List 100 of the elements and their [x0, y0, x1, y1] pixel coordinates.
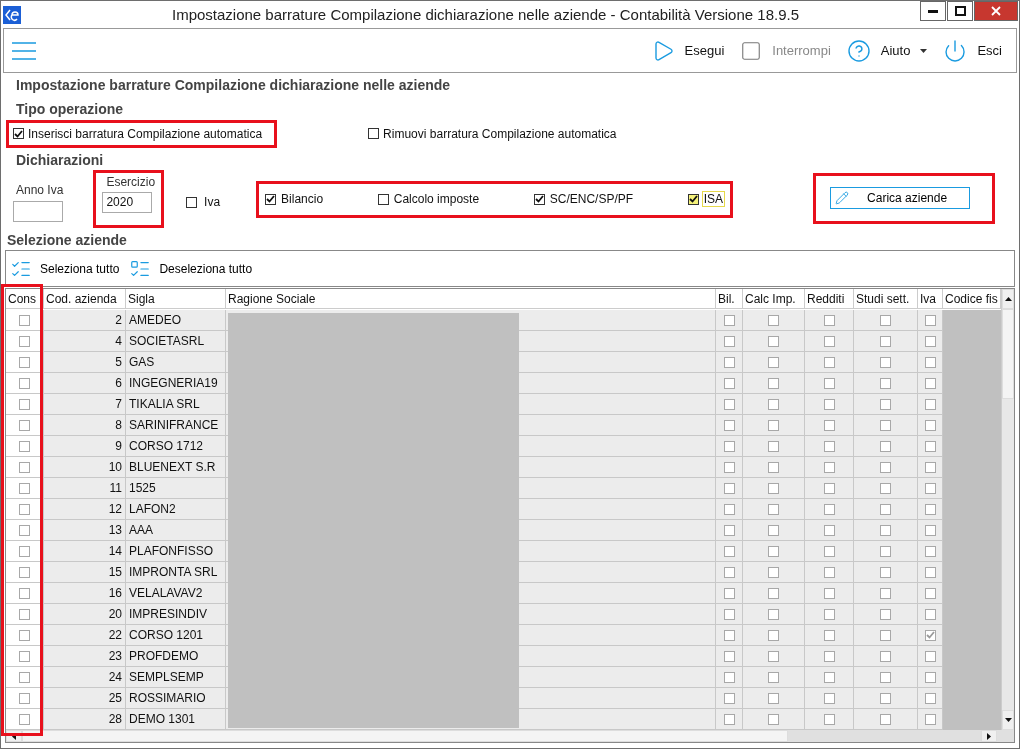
menu-icon[interactable]: [12, 41, 36, 60]
checkbox[interactable]: [723, 608, 735, 620]
checkbox[interactable]: [880, 650, 891, 662]
checkbox[interactable]: [880, 692, 891, 704]
checkbox[interactable]: [880, 566, 891, 578]
checkbox[interactable]: [880, 503, 891, 515]
checkbox[interactable]: [19, 629, 30, 641]
checkbox[interactable]: [880, 587, 891, 599]
checkbox[interactable]: [723, 482, 735, 494]
checkbox[interactable]: [768, 482, 779, 494]
checkbox[interactable]: [823, 377, 835, 389]
checkbox[interactable]: [880, 356, 891, 368]
checkbox[interactable]: [823, 524, 835, 536]
column-header[interactable]: Iva: [918, 289, 943, 309]
checkbox[interactable]: [723, 650, 735, 662]
checkbox[interactable]: [19, 608, 30, 620]
checkbox[interactable]: [19, 503, 30, 515]
checkbox[interactable]: [823, 587, 835, 599]
checkbox[interactable]: [768, 650, 779, 662]
checkbox[interactable]: [823, 713, 835, 725]
checkbox[interactable]: [723, 692, 735, 704]
checkbox[interactable]: [880, 524, 891, 536]
checkbox[interactable]: [723, 398, 735, 410]
checkbox[interactable]: [768, 608, 779, 620]
checkbox[interactable]: [723, 335, 735, 347]
checkbox[interactable]: [924, 440, 936, 452]
checkbox[interactable]: [924, 335, 936, 347]
scrollbar-thumb[interactable]: [1002, 309, 1014, 399]
checkbox[interactable]: [823, 692, 835, 704]
checkbox[interactable]: [924, 629, 936, 641]
checkbox[interactable]: [823, 566, 835, 578]
column-header[interactable]: Ragione Sociale: [226, 289, 716, 309]
checkbox[interactable]: [723, 419, 735, 431]
column-header[interactable]: Studi sett.: [854, 289, 918, 309]
checkbox[interactable]: [19, 398, 30, 410]
checkbox[interactable]: [880, 713, 891, 725]
checkbox[interactable]: [723, 314, 735, 326]
checkbox[interactable]: [768, 440, 779, 452]
checkbox[interactable]: [368, 128, 380, 139]
select-all-button[interactable]: Seleziona tutto: [10, 257, 120, 280]
checkbox[interactable]: [19, 650, 30, 662]
checkbox[interactable]: [19, 692, 30, 704]
checkbox[interactable]: [723, 566, 735, 578]
checkbox[interactable]: [687, 193, 699, 205]
checkbox[interactable]: [924, 314, 936, 326]
checkbox[interactable]: [924, 650, 936, 662]
checkbox[interactable]: [768, 671, 779, 683]
checkbox[interactable]: [823, 314, 835, 326]
checkbox[interactable]: [723, 503, 735, 515]
checkbox[interactable]: [768, 566, 779, 578]
checkbox[interactable]: [723, 671, 735, 683]
checkbox[interactable]: [768, 545, 779, 557]
checkbox[interactable]: [723, 587, 735, 599]
checkbox[interactable]: [880, 545, 891, 557]
minimize-button[interactable]: [920, 1, 946, 21]
checkbox[interactable]: [924, 419, 936, 431]
checkbox[interactable]: [19, 671, 30, 683]
checkbox[interactable]: [823, 545, 835, 557]
checkbox[interactable]: [924, 587, 936, 599]
checkbox[interactable]: [823, 398, 835, 410]
checkbox[interactable]: [723, 524, 735, 536]
checkbox[interactable]: [880, 608, 891, 620]
input-field[interactable]: [13, 200, 63, 222]
checkbox[interactable]: [19, 524, 30, 536]
checkbox[interactable]: [924, 671, 936, 683]
toolbar-button[interactable]: Esegui: [644, 38, 731, 63]
column-header[interactable]: Redditi: [805, 289, 854, 309]
checkbox[interactable]: [823, 335, 835, 347]
checkbox[interactable]: [19, 335, 30, 347]
checkbox[interactable]: [768, 314, 779, 326]
column-header[interactable]: Calc Imp.: [743, 289, 805, 309]
column-header[interactable]: Cod. azienda: [44, 289, 126, 309]
checkbox[interactable]: [880, 335, 891, 347]
checkbox[interactable]: [924, 713, 936, 725]
checkbox[interactable]: [823, 461, 835, 473]
checkbox[interactable]: [768, 524, 779, 536]
checkbox[interactable]: [823, 440, 835, 452]
checkbox[interactable]: [19, 482, 30, 494]
checkbox[interactable]: [880, 314, 891, 326]
checkbox[interactable]: [13, 128, 24, 139]
checkbox[interactable]: [924, 566, 936, 578]
checkbox[interactable]: [19, 419, 30, 431]
checkbox[interactable]: [823, 608, 835, 620]
checkbox[interactable]: [768, 335, 779, 347]
checkbox[interactable]: [723, 356, 735, 368]
checkbox[interactable]: [768, 377, 779, 389]
checkbox[interactable]: [768, 629, 779, 641]
input-field[interactable]: 2020: [102, 192, 153, 213]
checkbox[interactable]: [768, 419, 779, 431]
checkbox[interactable]: [186, 196, 198, 208]
checkbox[interactable]: [880, 461, 891, 473]
checkbox[interactable]: [880, 398, 891, 410]
scrollbar-thumb[interactable]: [22, 730, 788, 742]
checkbox[interactable]: [19, 314, 30, 326]
checkbox[interactable]: [768, 356, 779, 368]
checkbox[interactable]: [880, 629, 891, 641]
checkbox[interactable]: [880, 377, 891, 389]
checkbox[interactable]: [924, 524, 936, 536]
toolbar-button[interactable]: Aiuto: [840, 38, 934, 63]
load-button[interactable]: Carica aziende: [830, 187, 971, 209]
